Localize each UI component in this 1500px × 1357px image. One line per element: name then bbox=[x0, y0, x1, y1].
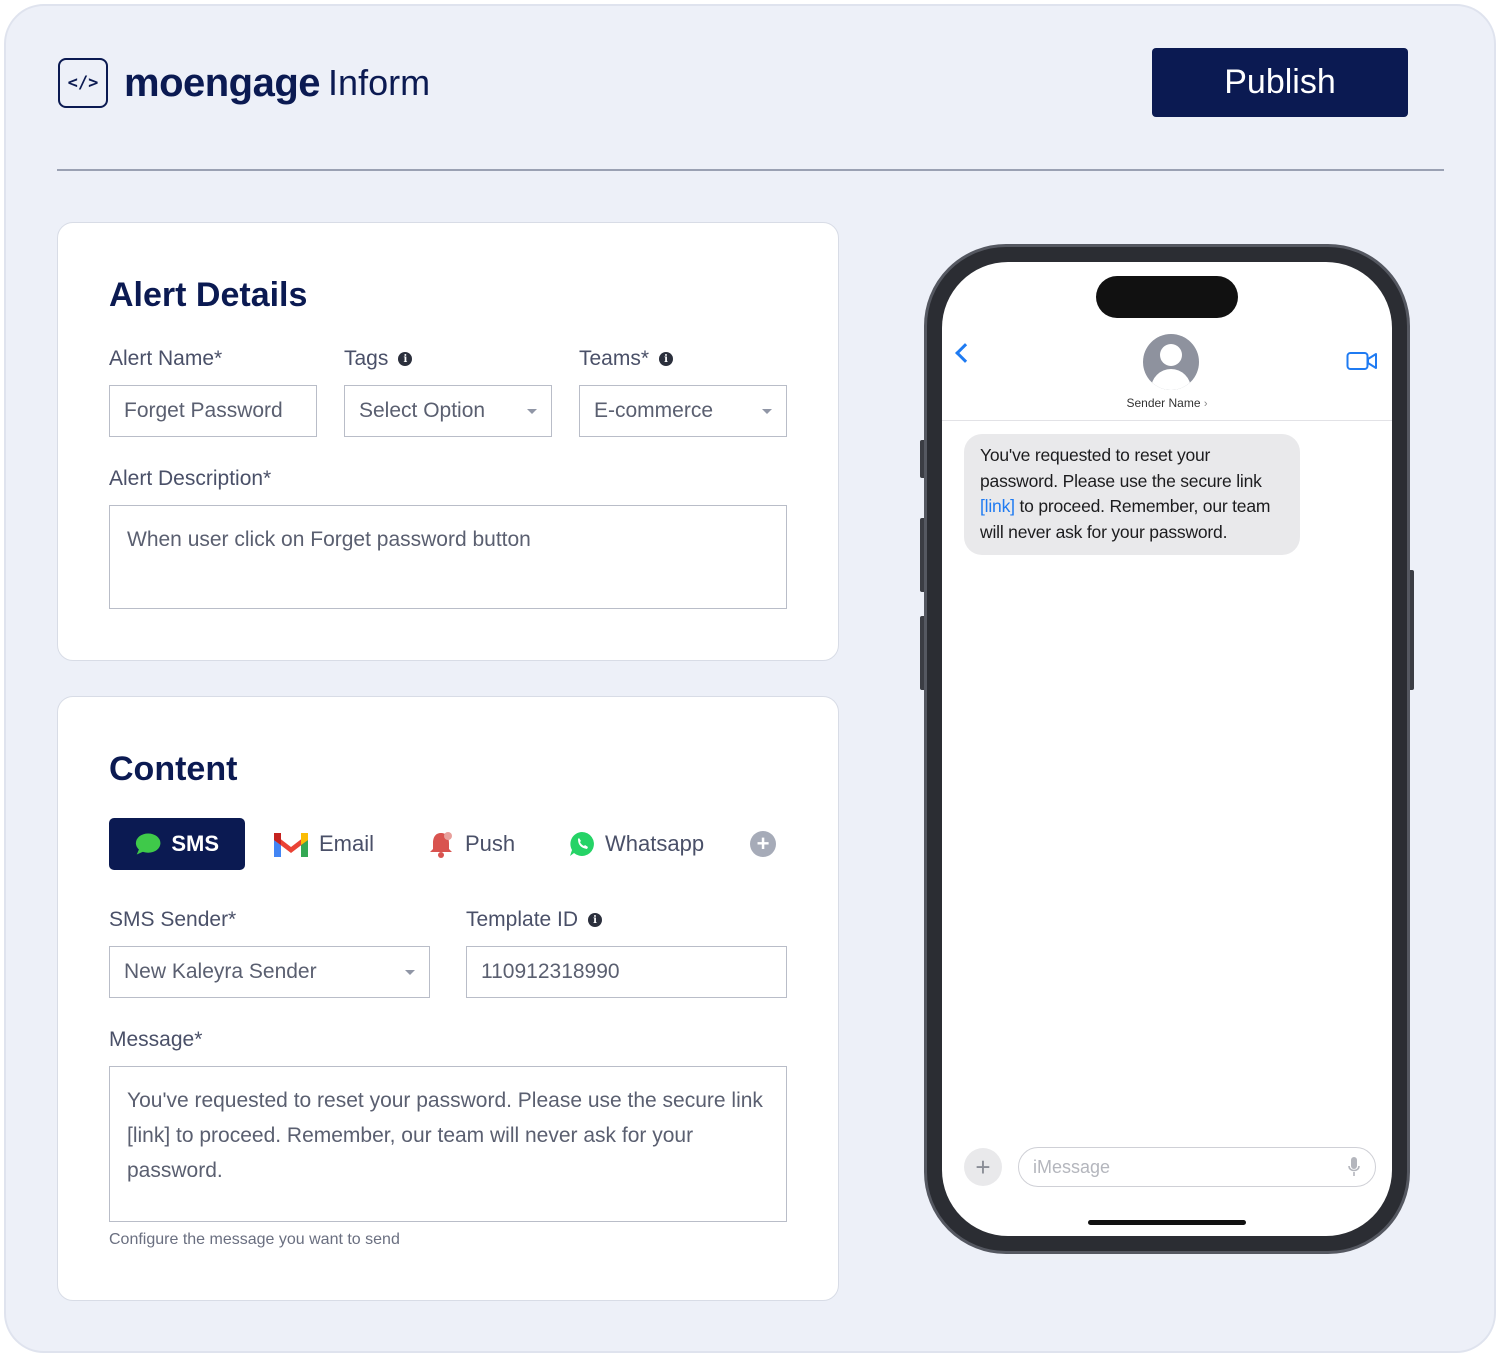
bell-icon bbox=[430, 832, 452, 858]
video-camera-icon[interactable] bbox=[1346, 350, 1378, 372]
sender-name-text: Sender Name bbox=[1126, 396, 1201, 410]
imessage-placeholder: iMessage bbox=[1033, 1156, 1111, 1177]
tab-sms-label: SMS bbox=[171, 831, 219, 856]
code-logo-icon: </> bbox=[58, 58, 108, 108]
alert-name-label-text: Alert Name* bbox=[109, 347, 223, 370]
add-channel-icon[interactable]: + bbox=[750, 831, 776, 857]
phone-screen: Sender Name › You've requested to reset … bbox=[942, 262, 1392, 1236]
tab-sms[interactable]: SMS bbox=[109, 818, 245, 870]
whatsapp-icon bbox=[570, 832, 594, 856]
tab-push-label: Push bbox=[465, 831, 516, 856]
sms-sender-label: SMS Sender* bbox=[109, 908, 236, 932]
message-bubble: You've requested to reset your password.… bbox=[964, 434, 1300, 555]
chevron-down-icon bbox=[527, 408, 537, 414]
tab-email[interactable]: Email bbox=[273, 818, 374, 870]
alert-name-label: Alert Name* bbox=[109, 347, 222, 371]
bubble-text: You've requested to reset your password.… bbox=[980, 445, 1262, 491]
header-divider bbox=[57, 169, 1444, 171]
brand-logo: moengage Inform bbox=[124, 58, 430, 108]
template-id-value: 110912318990 bbox=[481, 960, 620, 983]
teams-label-text: Teams* bbox=[579, 347, 650, 370]
message-label-text: Message* bbox=[109, 1028, 203, 1051]
tags-select[interactable]: Select Option bbox=[344, 385, 552, 437]
chevron-down-icon bbox=[405, 969, 415, 975]
message-helper-text: Configure the message you want to send bbox=[109, 1231, 400, 1248]
content-title: Content bbox=[109, 750, 238, 788]
tab-whatsapp-label: Whatsapp bbox=[605, 831, 705, 856]
alert-description-label: Alert Description* bbox=[109, 467, 271, 491]
tab-push[interactable]: Push bbox=[427, 818, 515, 870]
tags-value: Select Option bbox=[359, 399, 486, 422]
alert-name-value: Forget Password bbox=[124, 399, 283, 422]
back-chevron-icon[interactable] bbox=[955, 343, 975, 363]
sms-sender-value: New Kaleyra Sender bbox=[124, 960, 317, 983]
microphone-icon[interactable] bbox=[1347, 1156, 1361, 1178]
sms-sender-label-text: SMS Sender* bbox=[109, 908, 237, 931]
chevron-right-icon: › bbox=[1203, 398, 1208, 410]
message-label: Message* bbox=[109, 1028, 202, 1052]
info-icon[interactable]: i bbox=[398, 352, 413, 366]
alert-description-label-text: Alert Description* bbox=[109, 467, 272, 490]
tags-label: Tags i bbox=[344, 347, 413, 371]
brand-product: Inform bbox=[328, 62, 431, 103]
tab-email-label: Email bbox=[319, 831, 375, 856]
imessage-input[interactable]: iMessage bbox=[1018, 1147, 1376, 1187]
home-indicator bbox=[1088, 1220, 1246, 1225]
message-textarea[interactable]: You've requested to reset your password.… bbox=[109, 1066, 787, 1222]
brand-name: moengage bbox=[124, 60, 321, 105]
sender-name[interactable]: Sender Name › bbox=[942, 396, 1392, 410]
template-id-input[interactable]: 110912318990 bbox=[466, 946, 787, 998]
screen-divider bbox=[942, 420, 1392, 421]
teams-select[interactable]: E-commerce bbox=[579, 385, 787, 437]
sms-bubble-icon bbox=[135, 833, 161, 855]
chevron-down-icon bbox=[762, 408, 772, 414]
template-id-label: Template ID i bbox=[466, 908, 603, 932]
info-icon[interactable]: i bbox=[659, 352, 674, 366]
teams-value: E-commerce bbox=[594, 399, 714, 422]
teams-label: Teams* i bbox=[579, 347, 674, 371]
alert-description-textarea[interactable]: When user click on Forget password butto… bbox=[109, 505, 787, 609]
template-id-label-text: Template ID bbox=[466, 908, 579, 931]
alert-name-input[interactable]: Forget Password bbox=[109, 385, 317, 437]
sms-sender-select[interactable]: New Kaleyra Sender bbox=[109, 946, 430, 998]
avatar bbox=[1143, 334, 1199, 390]
alert-details-title: Alert Details bbox=[109, 276, 308, 314]
bubble-link[interactable]: [link] bbox=[980, 496, 1015, 516]
tags-label-text: Tags bbox=[344, 347, 389, 370]
publish-button[interactable]: Publish bbox=[1152, 48, 1408, 117]
bubble-text: to proceed. Remember, our team will neve… bbox=[980, 496, 1271, 542]
tab-whatsapp[interactable]: Whatsapp bbox=[569, 818, 704, 870]
plus-icon[interactable]: + bbox=[964, 1148, 1002, 1186]
info-icon[interactable]: i bbox=[588, 913, 603, 927]
gmail-icon bbox=[274, 833, 308, 857]
dynamic-island bbox=[1096, 276, 1238, 318]
